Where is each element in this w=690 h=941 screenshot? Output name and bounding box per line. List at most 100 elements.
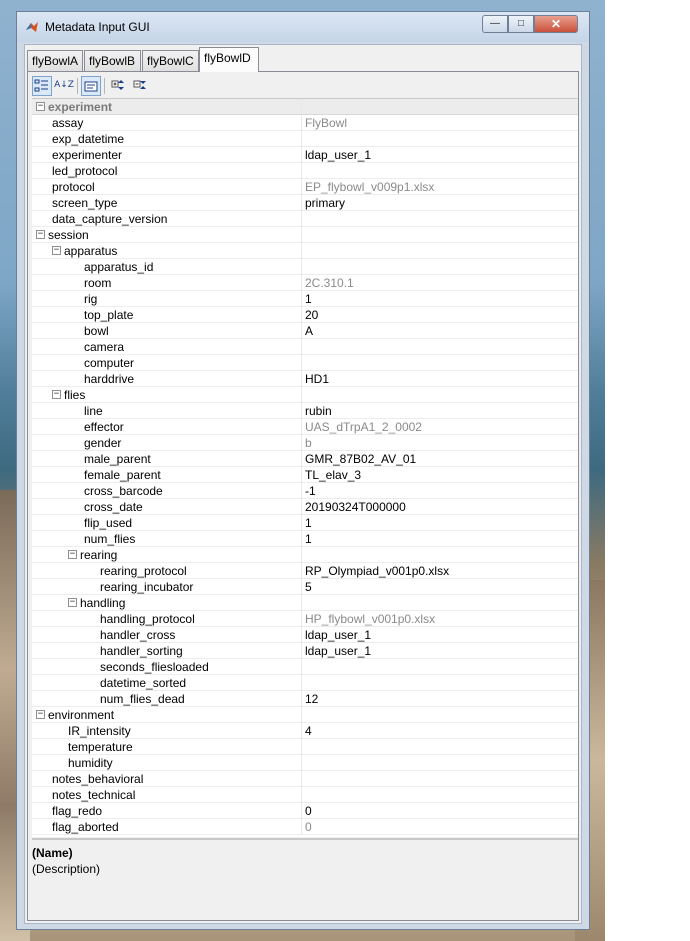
property-value[interactable]: -1 — [305, 484, 316, 498]
property-row[interactable]: IR_intensity 4 — [32, 723, 578, 739]
property-row[interactable]: rearing_incubator 5 — [32, 579, 578, 595]
property-value-cell[interactable] — [302, 339, 578, 355]
property-value[interactable]: 5 — [305, 580, 312, 594]
property-value-cell[interactable]: ldap_user_1 — [302, 627, 578, 643]
property-value-cell[interactable]: TL_elav_3 — [302, 467, 578, 483]
property-value-cell[interactable]: 1 — [302, 531, 578, 547]
property-row[interactable]: gender b — [32, 435, 578, 451]
property-value-cell[interactable]: -1 — [302, 483, 578, 499]
property-value[interactable]: 1 — [305, 532, 312, 546]
collapse-toggle-icon[interactable]: − — [52, 246, 61, 255]
property-row[interactable]: temperature — [32, 739, 578, 755]
property-value[interactable]: GMR_87B02_AV_01 — [305, 452, 416, 466]
property-row[interactable]: − apparatus — [32, 243, 578, 259]
property-value[interactable]: 0 — [305, 804, 312, 818]
property-row[interactable]: handler_cross ldap_user_1 — [32, 627, 578, 643]
property-value-cell[interactable]: 20 — [302, 307, 578, 323]
property-value-cell[interactable]: ldap_user_1 — [302, 147, 578, 163]
collapse-toggle-icon[interactable]: − — [36, 102, 45, 111]
property-value-cell[interactable] — [302, 659, 578, 675]
property-row[interactable]: screen_type primary — [32, 195, 578, 211]
property-row[interactable]: harddrive HD1 — [32, 371, 578, 387]
property-row[interactable]: datetime_sorted — [32, 675, 578, 691]
property-value-cell[interactable] — [302, 387, 578, 403]
property-row[interactable]: − handling — [32, 595, 578, 611]
property-row[interactable]: − environment — [32, 707, 578, 723]
collapse-toggle-icon[interactable]: − — [68, 550, 77, 559]
property-row[interactable]: handler_sorting ldap_user_1 — [32, 643, 578, 659]
tab-flybowlb[interactable]: flyBowlB — [84, 50, 141, 71]
maximize-button[interactable]: □ — [508, 15, 534, 33]
collapse-all-icon[interactable] — [130, 76, 150, 96]
property-row[interactable]: notes_behavioral — [32, 771, 578, 787]
property-value-cell[interactable]: ldap_user_1 — [302, 643, 578, 659]
property-value-cell[interactable] — [302, 259, 578, 275]
property-row[interactable]: protocol EP_flybowl_v009p1.xlsx — [32, 179, 578, 195]
property-row[interactable]: rearing_protocol RP_Olympiad_v001p0.xlsx — [32, 563, 578, 579]
property-row[interactable]: computer — [32, 355, 578, 371]
property-value-cell[interactable]: 20190324T000000 — [302, 499, 578, 515]
property-row[interactable]: − flies — [32, 387, 578, 403]
collapse-toggle-icon[interactable]: − — [36, 230, 45, 239]
tab-flybowld[interactable]: flyBowlD — [199, 47, 259, 72]
property-value-cell[interactable] — [302, 547, 578, 563]
property-value-cell[interactable]: 1 — [302, 291, 578, 307]
property-row[interactable]: num_flies_dead 12 — [32, 691, 578, 707]
property-row[interactable]: num_flies 1 — [32, 531, 578, 547]
property-value-cell[interactable] — [302, 755, 578, 771]
property-row[interactable]: room 2C.310.1 — [32, 275, 578, 291]
property-value-cell[interactable] — [302, 771, 578, 787]
categorized-view-icon[interactable] — [32, 76, 52, 96]
property-value-cell[interactable] — [302, 739, 578, 755]
property-value[interactable]: HD1 — [305, 372, 329, 386]
property-value-cell[interactable] — [302, 131, 578, 147]
property-value[interactable]: 4 — [305, 724, 312, 738]
property-row[interactable]: handling_protocol HP_flybowl_v001p0.xlsx — [32, 611, 578, 627]
property-row[interactable]: female_parent TL_elav_3 — [32, 467, 578, 483]
property-value[interactable]: 12 — [305, 692, 318, 706]
property-value-cell[interactable]: GMR_87B02_AV_01 — [302, 451, 578, 467]
property-value-cell[interactable] — [302, 227, 578, 243]
tab-flybowla[interactable]: flyBowlA — [27, 50, 83, 71]
property-row[interactable]: − rearing — [32, 547, 578, 563]
property-value-cell[interactable]: rubin — [302, 403, 578, 419]
property-row[interactable]: flip_used 1 — [32, 515, 578, 531]
property-value[interactable]: ldap_user_1 — [305, 148, 371, 162]
property-value-cell[interactable] — [302, 355, 578, 371]
property-row[interactable]: led_protocol — [32, 163, 578, 179]
property-row[interactable]: effector UAS_dTrpA1_2_0002 — [32, 419, 578, 435]
property-value[interactable]: A — [305, 324, 313, 338]
property-row[interactable]: flag_redo 0 — [32, 803, 578, 819]
property-value-cell[interactable] — [302, 211, 578, 227]
property-value[interactable]: primary — [305, 196, 345, 210]
property-row[interactable]: cross_barcode -1 — [32, 483, 578, 499]
property-row[interactable]: apparatus_id — [32, 259, 578, 275]
collapse-toggle-icon[interactable]: − — [52, 390, 61, 399]
property-value-cell[interactable] — [302, 163, 578, 179]
sort-az-icon[interactable]: A↓Z — [54, 76, 74, 96]
property-row[interactable]: notes_technical — [32, 787, 578, 803]
collapse-toggle-icon[interactable]: − — [36, 710, 45, 719]
property-value[interactable]: ldap_user_1 — [305, 644, 371, 658]
property-value[interactable]: RP_Olympiad_v001p0.xlsx — [305, 564, 449, 578]
property-value-cell[interactable]: 5 — [302, 579, 578, 595]
tab-flybowlc[interactable]: flyBowlC — [142, 50, 199, 71]
property-value-cell[interactable]: RP_Olympiad_v001p0.xlsx — [302, 563, 578, 579]
property-value-cell[interactable]: HD1 — [302, 371, 578, 387]
property-row[interactable]: male_parent GMR_87B02_AV_01 — [32, 451, 578, 467]
property-row[interactable]: experimenter ldap_user_1 — [32, 147, 578, 163]
property-value-cell[interactable]: 0 — [302, 803, 578, 819]
property-row[interactable]: data_capture_version — [32, 211, 578, 227]
property-row[interactable]: line rubin — [32, 403, 578, 419]
property-row[interactable]: assay FlyBowl — [32, 115, 578, 131]
property-value-cell[interactable]: A — [302, 323, 578, 339]
property-value[interactable]: ldap_user_1 — [305, 628, 371, 642]
collapse-toggle-icon[interactable]: − — [68, 598, 77, 607]
property-row[interactable]: cross_date 20190324T000000 — [32, 499, 578, 515]
property-value[interactable]: TL_elav_3 — [305, 468, 361, 482]
property-value[interactable]: 1 — [305, 516, 312, 530]
property-value-cell[interactable] — [302, 99, 578, 115]
close-button[interactable]: ✕ — [534, 15, 578, 33]
property-value-cell[interactable]: 4 — [302, 723, 578, 739]
property-value-cell[interactable] — [302, 595, 578, 611]
